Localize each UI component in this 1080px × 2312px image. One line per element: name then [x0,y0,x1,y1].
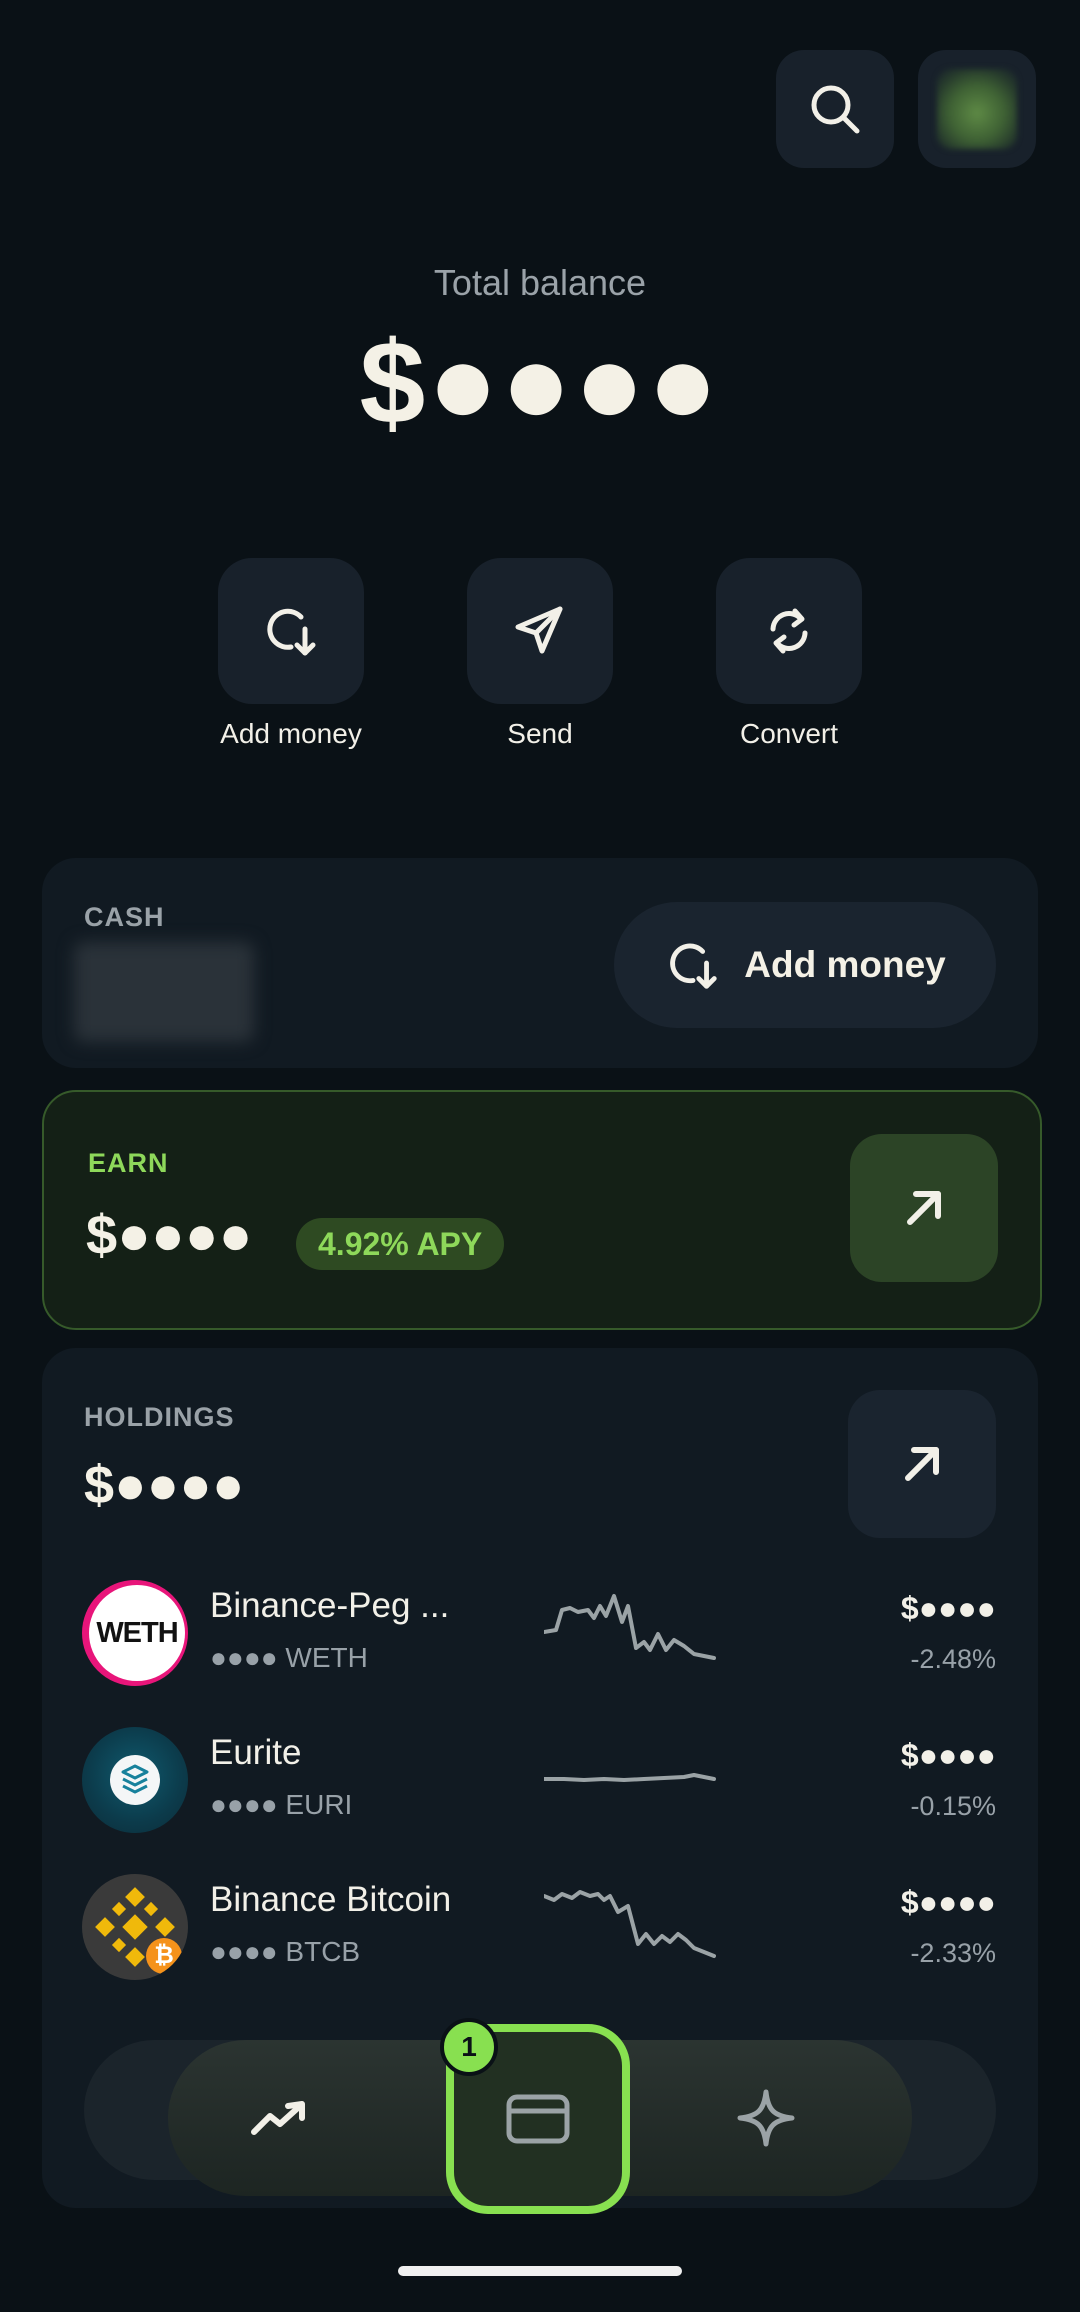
arrow-up-right-icon [907,1191,941,1225]
nav-ai[interactable] [734,2086,798,2150]
cash-card[interactable]: CASH Add money [42,858,1038,1068]
holding-amount: ●●●● WETH [210,1642,368,1673]
profile-button[interactable] [918,50,1036,168]
weth-logo: WETH [82,1580,188,1686]
earn-value: $●●●● [86,1203,253,1266]
notification-badge: 1 [440,2018,498,2076]
cash-add-money-button[interactable]: Add money [614,902,996,1028]
earn-card[interactable]: EARN $●●●● 4.92% APY [42,1090,1042,1330]
cash-balance-hidden [74,942,254,1042]
earn-open-button[interactable] [850,1134,998,1282]
convert-action-label: Convert [739,718,839,749]
trending-icon [251,2101,305,2135]
earn-label: EARN [88,1148,169,1178]
holding-amount: ●●●● BTCB [210,1936,361,1967]
holding-change: -2.48% [910,1644,996,1674]
holding-row-weth[interactable]: WETH Binance-Peg ... ●●●● WETH $●●●● -2.… [42,1578,1038,1688]
eurite-logo [82,1727,188,1833]
weth-sparkline [544,1594,716,1660]
holding-change: -0.15% [910,1791,996,1821]
holding-name: Eurite [210,1733,302,1772]
profile-avatar [937,69,1017,149]
card-icon [506,2094,570,2144]
total-balance-value: $●●●● [359,317,721,449]
btcb-logo: ₿ [82,1874,188,1980]
nav-trending[interactable] [248,2086,312,2150]
search-button[interactable] [776,50,894,168]
holdings-label: HOLDINGS [84,1402,235,1432]
btcb-sparkline [544,1890,716,1958]
holding-price: $●●●● [900,1884,996,1920]
holding-price: $●●●● [900,1590,996,1626]
total-balance-label: Total balance [433,262,647,303]
add-money-action-label: Add money [220,718,362,749]
send-icon [515,606,563,654]
send-action-label: Send [507,718,573,749]
weth-logo-text: WETH [96,1616,178,1649]
convert-icon [770,608,808,654]
euri-sparkline [544,1773,716,1782]
home-indicator[interactable] [398,2266,682,2276]
holding-name: Binance Bitcoin [210,1880,452,1919]
convert-action[interactable]: Convert [714,558,864,750]
holding-row-btcb[interactable]: ₿ Binance Bitcoin ●●●● BTCB $●●●● -2.33% [42,1872,1038,1982]
holdings-value: $●●●● [84,1455,245,1515]
cash-add-money-label: Add money [744,944,946,985]
add-money-icon [670,943,717,989]
cash-label: CASH [84,902,165,932]
holding-row-euri[interactable]: Eurite ●●●● EURI $●●●● -0.15% [42,1725,1038,1835]
sparkle-icon [737,2089,795,2147]
add-money-action[interactable]: Add money [216,558,366,750]
add-money-icon [267,608,316,656]
holding-name: Binance-Peg ... [210,1586,450,1625]
apy-badge: 4.92% APY [296,1218,505,1270]
arrow-up-right-icon [905,1447,939,1481]
holding-change: -2.33% [910,1938,996,1968]
holdings-open-button[interactable] [848,1390,996,1538]
bitcoin-icon: ₿ [146,1938,182,1974]
send-action[interactable]: Send [465,558,615,750]
search-icon [811,85,860,134]
holding-amount: ●●●● EURI [210,1789,353,1820]
holding-price: $●●●● [900,1737,996,1773]
